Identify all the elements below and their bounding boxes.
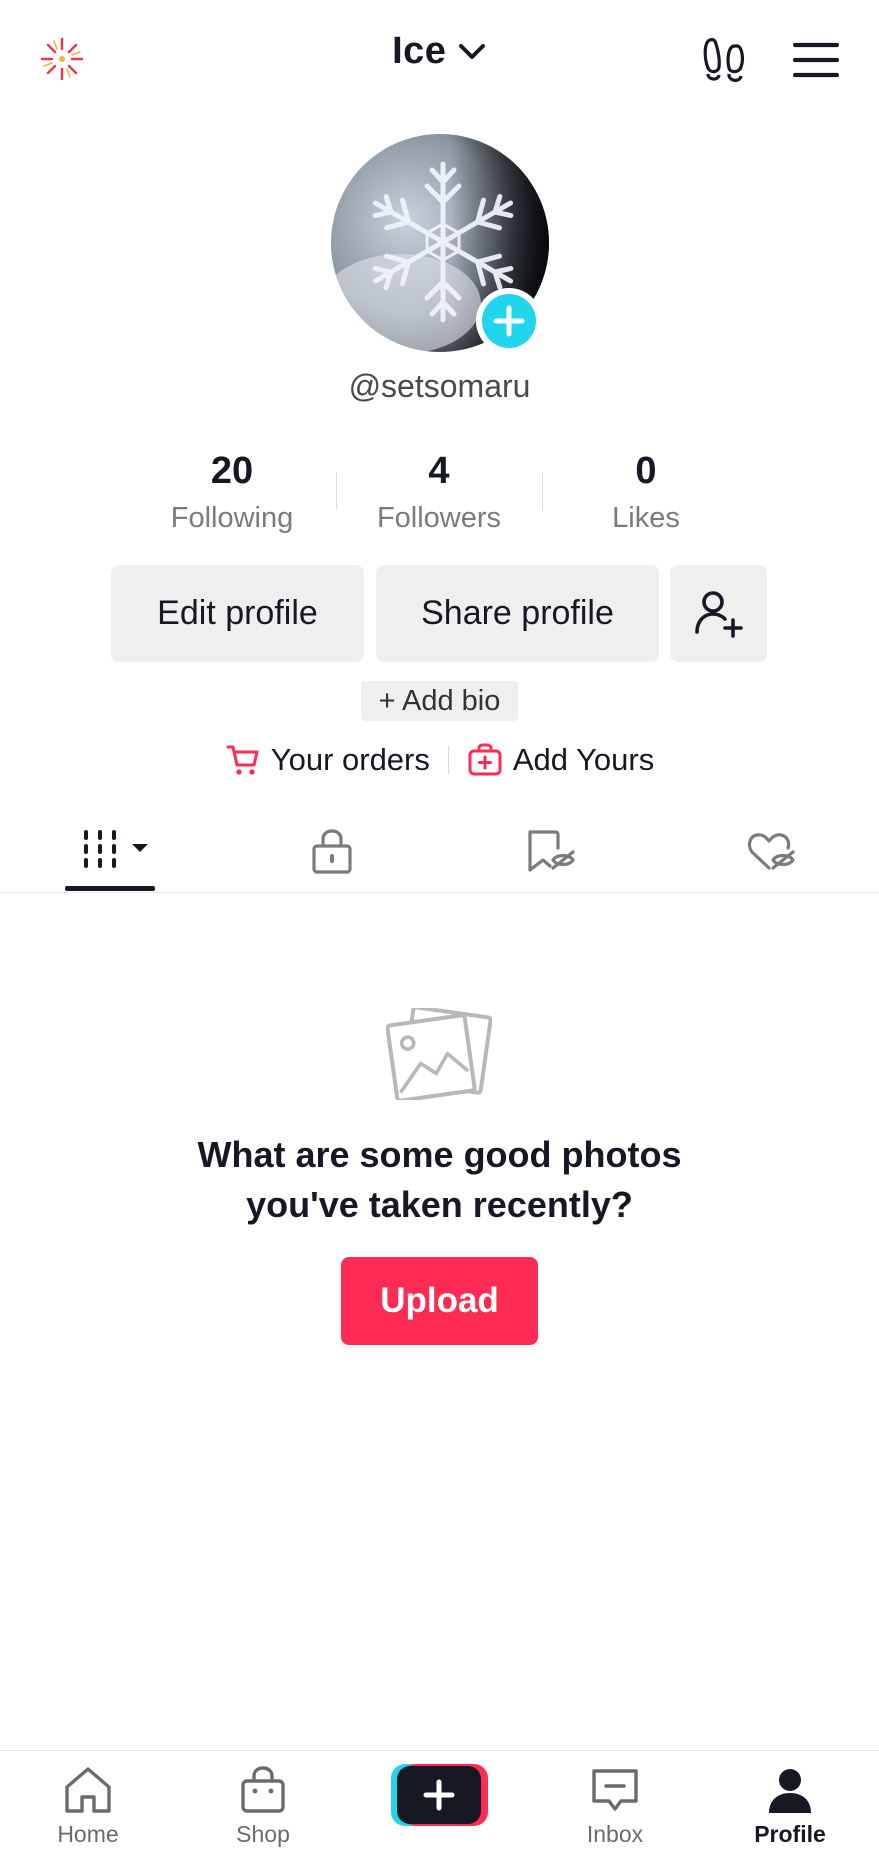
tab-saved[interactable] (523, 826, 579, 878)
add-bio-button[interactable]: + Add bio (361, 681, 518, 721)
shortcuts-row: Your orders Add Yours (0, 738, 879, 782)
nav-shop-label: Shop (236, 1821, 290, 1847)
edit-profile-button[interactable]: Edit profile (111, 565, 364, 662)
nav-home[interactable]: Home (18, 1751, 158, 1862)
username: @setsomaru (348, 368, 531, 404)
stat-value: 4 (428, 450, 450, 492)
stat-divider (542, 472, 543, 510)
add-avatar-button[interactable] (476, 288, 542, 354)
nav-shop[interactable]: Shop (193, 1751, 333, 1862)
stat-likes[interactable]: 0 Likes (546, 448, 746, 535)
hamburger-menu-icon[interactable] (792, 40, 840, 80)
tab-private[interactable] (306, 826, 358, 878)
stat-value: 20 (210, 450, 254, 492)
empty-message-line2: you've taken recently? (246, 1184, 633, 1225)
chevron-down-icon (458, 43, 485, 59)
stat-label: Likes (612, 502, 680, 534)
stat-label: Following (170, 502, 294, 534)
stat-followers[interactable]: 4 Followers (339, 448, 539, 535)
stat-following[interactable]: 20 Following (132, 448, 332, 535)
plus-icon (493, 305, 525, 337)
your-orders-label: Your orders (270, 742, 430, 777)
add-friends-button[interactable] (670, 565, 767, 662)
footprints-icon[interactable] (702, 36, 748, 84)
create-plus-icon[interactable] (391, 1764, 488, 1826)
tab-videos[interactable] (80, 826, 160, 878)
upload-button[interactable]: Upload (341, 1257, 538, 1345)
content-tabs (0, 808, 879, 893)
lock-icon (312, 829, 352, 874)
your-orders-link[interactable]: Your orders (225, 742, 430, 778)
cart-icon (226, 745, 259, 775)
active-tab-indicator (65, 886, 155, 891)
nav-home-label: Home (57, 1821, 119, 1847)
add-yours-icon (468, 743, 502, 776)
stat-divider (336, 472, 337, 510)
photo-icon (386, 1008, 492, 1100)
shop-bag-icon (241, 1766, 285, 1813)
share-profile-button[interactable]: Share profile (376, 565, 659, 662)
divider (447, 746, 449, 774)
account-title: Ice (392, 30, 447, 72)
add-yours-link[interactable]: Add Yours (467, 742, 654, 778)
nav-profile[interactable]: Profile (720, 1751, 860, 1862)
empty-message-line1: What are some good photos (197, 1134, 682, 1175)
bookmark-hidden-icon (528, 830, 575, 872)
add-yours-label: Add Yours (512, 742, 655, 777)
add-user-icon (694, 590, 743, 638)
tab-liked[interactable] (743, 826, 799, 878)
nav-inbox-label: Inbox (586, 1821, 644, 1847)
inbox-icon (592, 1769, 638, 1811)
nav-inbox[interactable]: Inbox (545, 1751, 685, 1862)
stat-value: 0 (635, 450, 657, 492)
heart-hidden-icon (747, 833, 795, 870)
nav-profile-label: Profile (754, 1821, 826, 1847)
top-header: Ice (0, 0, 879, 120)
empty-state-message: What are some good photos you've taken r… (0, 1130, 879, 1230)
grid-icon (84, 830, 148, 868)
profile-icon (769, 1769, 811, 1813)
home-icon (65, 1767, 111, 1813)
stat-label: Followers (376, 502, 502, 534)
